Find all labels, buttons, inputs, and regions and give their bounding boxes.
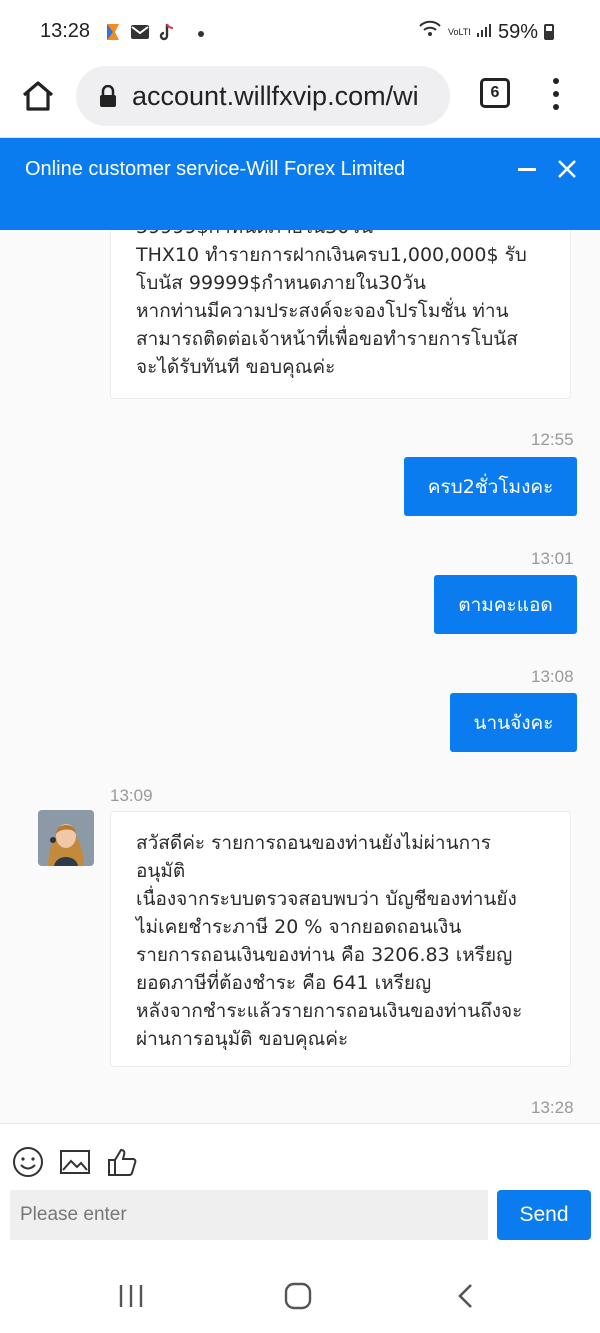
browser-toolbar: account.willfxvip.com/wi 6 bbox=[0, 66, 600, 138]
composer: Send bbox=[0, 1123, 600, 1259]
chat-title: Online customer service-Will Forex Limit… bbox=[25, 158, 406, 180]
more-notifications-dot bbox=[198, 31, 204, 37]
sent-message: นานจังคะ bbox=[450, 693, 577, 752]
app-notification-icon bbox=[104, 22, 122, 46]
sent-message: ตามคะแอด bbox=[434, 575, 577, 634]
received-message: สวัสดีค่ะ รายการถอนของท่านยังไม่ผ่านการอ… bbox=[110, 811, 571, 1067]
received-message: 59999$กำหนดภายใน30วัน THX10 ทำรายการฝากเ… bbox=[110, 230, 571, 399]
minimize-icon[interactable] bbox=[518, 168, 536, 171]
home-icon[interactable] bbox=[20, 78, 56, 114]
status-right: VoLTE1 59% bbox=[418, 20, 554, 44]
system-nav-bar bbox=[0, 1259, 600, 1333]
message-time: 13:09 bbox=[110, 786, 153, 805]
agent-avatar bbox=[38, 810, 94, 866]
recent-apps-icon[interactable] bbox=[118, 1281, 144, 1311]
message-text: 59999$กำหนดภายใน30วัน THX10 ทำรายการฝากเ… bbox=[136, 230, 527, 378]
tiktok-icon bbox=[158, 22, 176, 46]
image-icon[interactable] bbox=[59, 1146, 91, 1178]
message-time: 13:28 bbox=[531, 1098, 574, 1117]
back-icon[interactable] bbox=[456, 1281, 476, 1311]
battery-icon bbox=[544, 24, 554, 40]
wifi-icon bbox=[418, 20, 442, 44]
status-time: 13:28 bbox=[40, 20, 91, 42]
address-bar[interactable]: account.willfxvip.com/wi bbox=[76, 66, 450, 126]
volte-label: VoLTE1 bbox=[447, 27, 470, 37]
sent-message: ครบ2ชั่วโมงคะ bbox=[404, 457, 577, 516]
message-time: 13:08 bbox=[531, 667, 574, 686]
more-menu-icon[interactable] bbox=[550, 78, 562, 110]
status-bar: 13:28 VoLTE1 59% bbox=[0, 0, 600, 66]
battery-percent: 59% bbox=[497, 20, 538, 43]
message-time: 12:55 bbox=[531, 430, 574, 449]
home-nav-icon[interactable] bbox=[284, 1281, 312, 1311]
mail-icon bbox=[130, 24, 150, 44]
signal-icon bbox=[476, 21, 492, 44]
emoji-icon[interactable] bbox=[12, 1146, 44, 1178]
send-button[interactable]: Send bbox=[497, 1190, 591, 1240]
thumbs-up-icon[interactable] bbox=[106, 1146, 138, 1178]
notification-icons bbox=[104, 22, 204, 46]
message-text: สวัสดีค่ะ รายการถอนของท่านยังไม่ผ่านการอ… bbox=[136, 832, 523, 1050]
tab-switcher-button[interactable]: 6 bbox=[480, 78, 510, 108]
chat-header: Online customer service-Will Forex Limit… bbox=[0, 138, 600, 230]
message-time: 13:01 bbox=[531, 549, 574, 568]
close-icon[interactable] bbox=[556, 158, 578, 180]
message-input[interactable] bbox=[10, 1190, 488, 1240]
message-list[interactable]: 59999$กำหนดภายใน30วัน THX10 ทำรายการฝากเ… bbox=[0, 230, 600, 1123]
lock-icon bbox=[98, 84, 118, 107]
url-text: account.willfxvip.com/wi bbox=[132, 80, 419, 111]
